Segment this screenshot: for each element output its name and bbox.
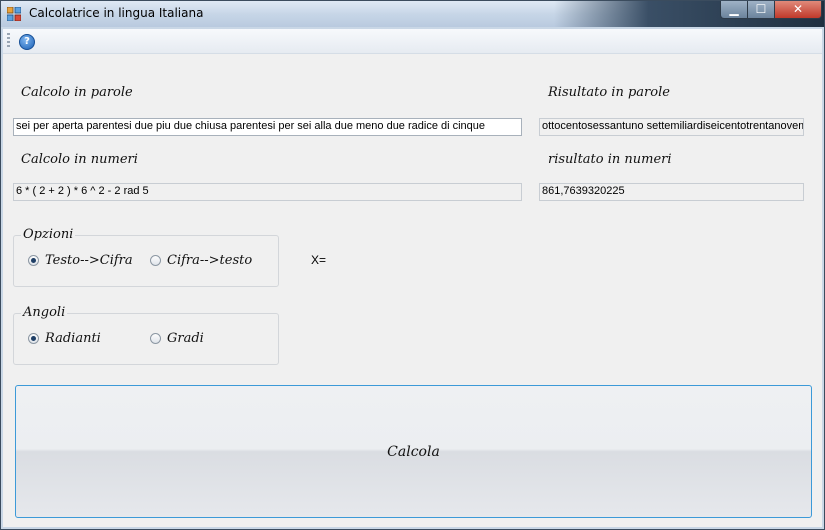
radio-radians[interactable]: Radianti xyxy=(28,331,101,346)
app-icon xyxy=(7,7,21,21)
radio-degrees-label[interactable]: Gradi xyxy=(167,331,204,346)
radio-radians-label[interactable]: Radianti xyxy=(45,331,101,346)
radio-digit-to-text-label[interactable]: Cifra-->testo xyxy=(167,253,252,268)
angles-group: Angoli Radianti Gradi xyxy=(13,305,279,365)
toolstrip-grip-icon[interactable] xyxy=(7,33,10,49)
window-title: Calcolatrice in lingua Italiana xyxy=(29,6,204,20)
radio-text-to-digit-label[interactable]: Testo-->Cifra xyxy=(45,253,133,268)
result-numbers-field[interactable]: 861,7639320225 xyxy=(539,183,804,201)
maximize-button[interactable]: ☐ xyxy=(747,1,775,19)
calc-numbers-field[interactable]: 6 * ( 2 + 2 ) * 6 ^ 2 - 2 rad 5 xyxy=(13,183,522,201)
radio-checked-icon[interactable] xyxy=(28,255,39,266)
radio-unchecked-icon[interactable] xyxy=(150,255,161,266)
radio-unchecked-icon[interactable] xyxy=(150,333,161,344)
client-area: ? Calcolo in parole Risultato in parole … xyxy=(3,29,822,527)
result-words-label: Risultato in parole xyxy=(548,85,670,100)
help-icon[interactable]: ? xyxy=(19,34,35,50)
calc-words-input[interactable]: sei per aperta parentesi due piu due chi… xyxy=(13,118,522,136)
options-group: Opzioni Testo-->Cifra Cifra-->testo xyxy=(13,227,279,287)
x-equals-label: X= xyxy=(311,253,327,267)
close-button[interactable]: ✕ xyxy=(774,1,822,19)
radio-text-to-digit[interactable]: Testo-->Cifra xyxy=(28,253,133,268)
calculate-button[interactable]: Calcola xyxy=(15,385,812,518)
radio-digit-to-text[interactable]: Cifra-->testo xyxy=(150,253,252,268)
toolstrip: ? xyxy=(3,29,822,54)
minimize-button[interactable]: ▁ xyxy=(720,1,748,19)
title-bar[interactable]: Calcolatrice in lingua Italiana ▁ ☐ ✕ xyxy=(1,1,824,27)
options-caption: Opzioni xyxy=(21,227,76,242)
radio-degrees[interactable]: Gradi xyxy=(150,331,204,346)
app-window: Calcolatrice in lingua Italiana ▁ ☐ ✕ ? … xyxy=(0,0,825,530)
angles-caption: Angoli xyxy=(21,305,68,320)
calc-words-label: Calcolo in parole xyxy=(21,85,133,100)
radio-checked-icon[interactable] xyxy=(28,333,39,344)
result-words-field[interactable]: ottocentosessantuno settemiliardiseicent… xyxy=(539,118,804,136)
calc-numbers-label: Calcolo in numeri xyxy=(21,152,138,167)
result-numbers-label: risultato in numeri xyxy=(548,152,672,167)
